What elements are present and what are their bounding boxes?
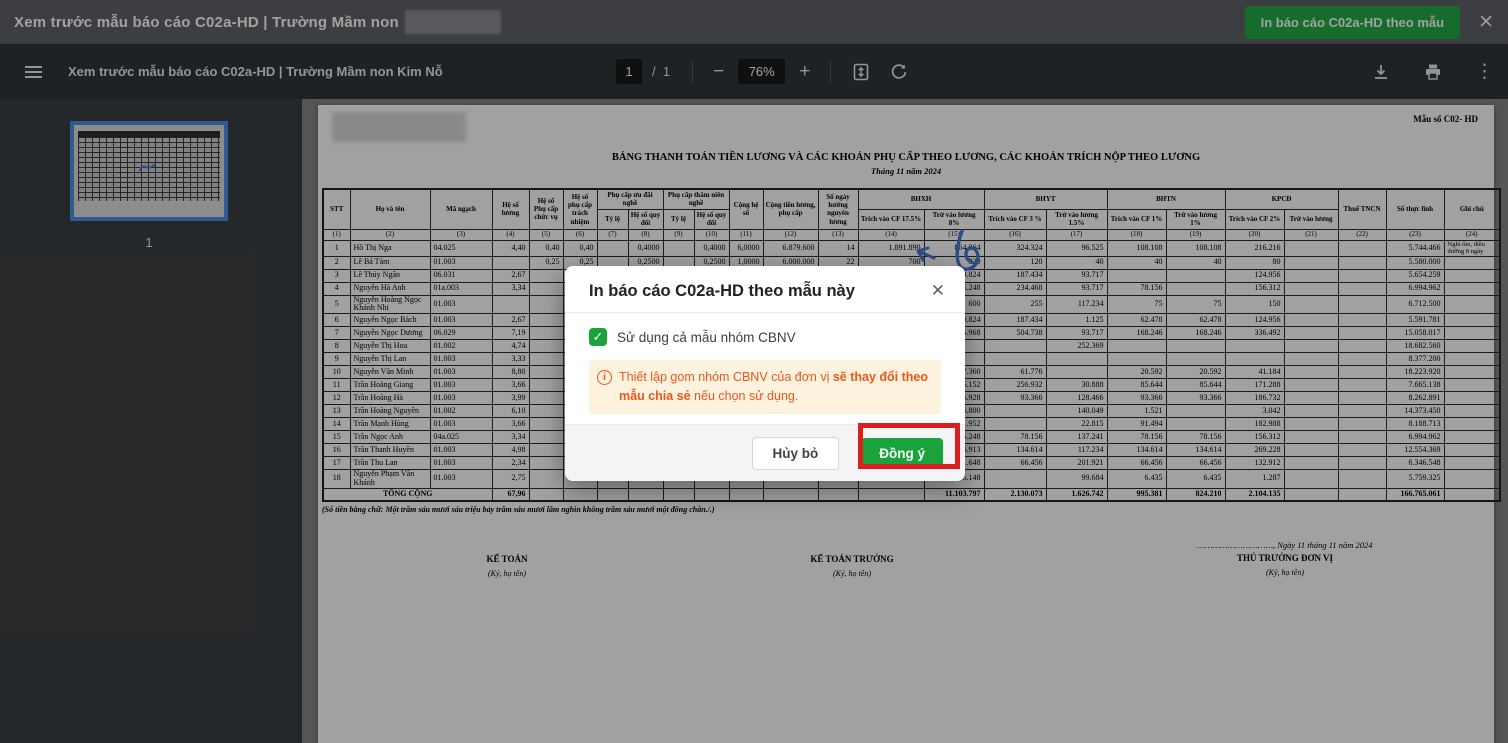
use-group-template-checkbox[interactable]: ✓ [589, 328, 607, 346]
dialog-footer: Hủy bỏ Đồng ý [565, 424, 965, 481]
cancel-button[interactable]: Hủy bỏ [752, 437, 840, 470]
confirm-button[interactable]: Đồng ý [861, 438, 943, 469]
divider [565, 312, 965, 313]
screen: Xem trước mẫu báo cáo C02a-HD | Trường M… [0, 0, 1508, 743]
dialog-close-icon[interactable]: ✕ [931, 282, 945, 299]
warning-text: nếu chọn sử dụng. [691, 389, 799, 403]
warning-text: Thiết lập gom nhóm CBNV của đơn vị [619, 370, 833, 384]
print-confirm-dialog: In báo cáo C02a-HD theo mẫu này ✕ ✓ Sử d… [565, 266, 965, 481]
info-icon: i [597, 370, 612, 385]
warning-message: i Thiết lập gom nhóm CBNV của đơn vị sẽ … [589, 360, 941, 414]
dialog-title: In báo cáo C02a-HD theo mẫu này [589, 282, 855, 301]
checkbox-label: Sử dụng cả mẫu nhóm CBNV [617, 330, 796, 345]
